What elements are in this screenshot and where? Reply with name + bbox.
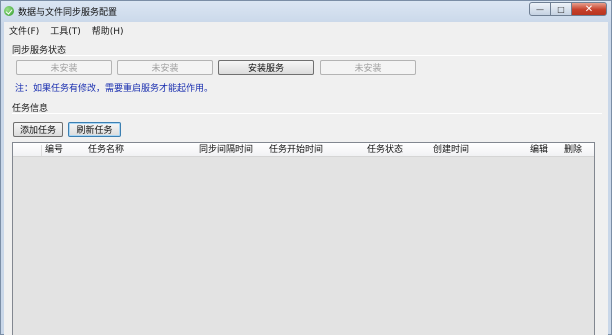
service-button-4[interactable]: 未安装 xyxy=(320,60,416,75)
column-header-sync-interval[interactable]: 同步间隔时间 xyxy=(199,143,253,157)
menu-tools[interactable]: 工具(T) xyxy=(48,24,86,37)
menu-help[interactable]: 帮助(H) xyxy=(90,24,129,37)
task-list-header: 编号 任务名称 同步间隔时间 任务开始时间 任务状态 创建时间 编辑 删除 xyxy=(13,143,594,157)
column-header-created-time[interactable]: 创建时间 xyxy=(433,143,469,157)
menu-bar: 文件(F) 工具(T) 帮助(H) xyxy=(4,22,608,38)
restart-note: 注：如果任务有修改，需要重启服务才能起作用。 xyxy=(15,84,214,94)
minimize-icon: — xyxy=(536,4,544,14)
close-icon: ✕ xyxy=(584,3,594,15)
caption-buttons: — □ ✕ xyxy=(529,2,607,16)
minimize-button[interactable]: — xyxy=(529,2,551,16)
column-header-id[interactable]: 编号 xyxy=(45,143,63,157)
column-header-task-name[interactable]: 任务名称 xyxy=(88,143,124,157)
window-title: 数据与文件同步服务配置 xyxy=(18,7,118,18)
add-task-button[interactable]: 添加任务 xyxy=(13,122,63,137)
install-service-button[interactable]: 安装服务 xyxy=(218,60,314,75)
refresh-task-button[interactable]: 刷新任务 xyxy=(68,122,121,137)
app-check-icon xyxy=(4,6,14,16)
task-list[interactable]: 编号 任务名称 同步间隔时间 任务开始时间 任务状态 创建时间 编辑 删除 xyxy=(12,142,595,335)
close-button[interactable]: ✕ xyxy=(571,2,607,16)
column-header-task-status[interactable]: 任务状态 xyxy=(367,143,403,157)
service-button-2[interactable]: 未安装 xyxy=(117,60,213,75)
maximize-button[interactable]: □ xyxy=(551,2,571,16)
task-info-divider xyxy=(12,113,602,114)
task-list-body[interactable] xyxy=(13,158,594,335)
sync-status-divider xyxy=(12,55,602,56)
title-bar[interactable]: 数据与文件同步服务配置 — □ ✕ xyxy=(1,1,611,21)
service-button-1[interactable]: 未安装 xyxy=(16,60,112,75)
column-header-delete[interactable]: 删除 xyxy=(564,143,582,157)
client-area: 文件(F) 工具(T) 帮助(H) 同步服务状态 未安装 未安装 安装服务 未安… xyxy=(4,22,608,335)
main-window: 数据与文件同步服务配置 — □ ✕ 文件(F) 工具(T) 帮助(H) 同步服务… xyxy=(0,0,612,335)
column-header-start-time[interactable]: 任务开始时间 xyxy=(269,143,323,157)
maximize-icon: □ xyxy=(557,4,565,14)
column-header-edit[interactable]: 编辑 xyxy=(530,143,548,157)
menu-file[interactable]: 文件(F) xyxy=(7,24,44,37)
column-separator xyxy=(41,145,42,156)
